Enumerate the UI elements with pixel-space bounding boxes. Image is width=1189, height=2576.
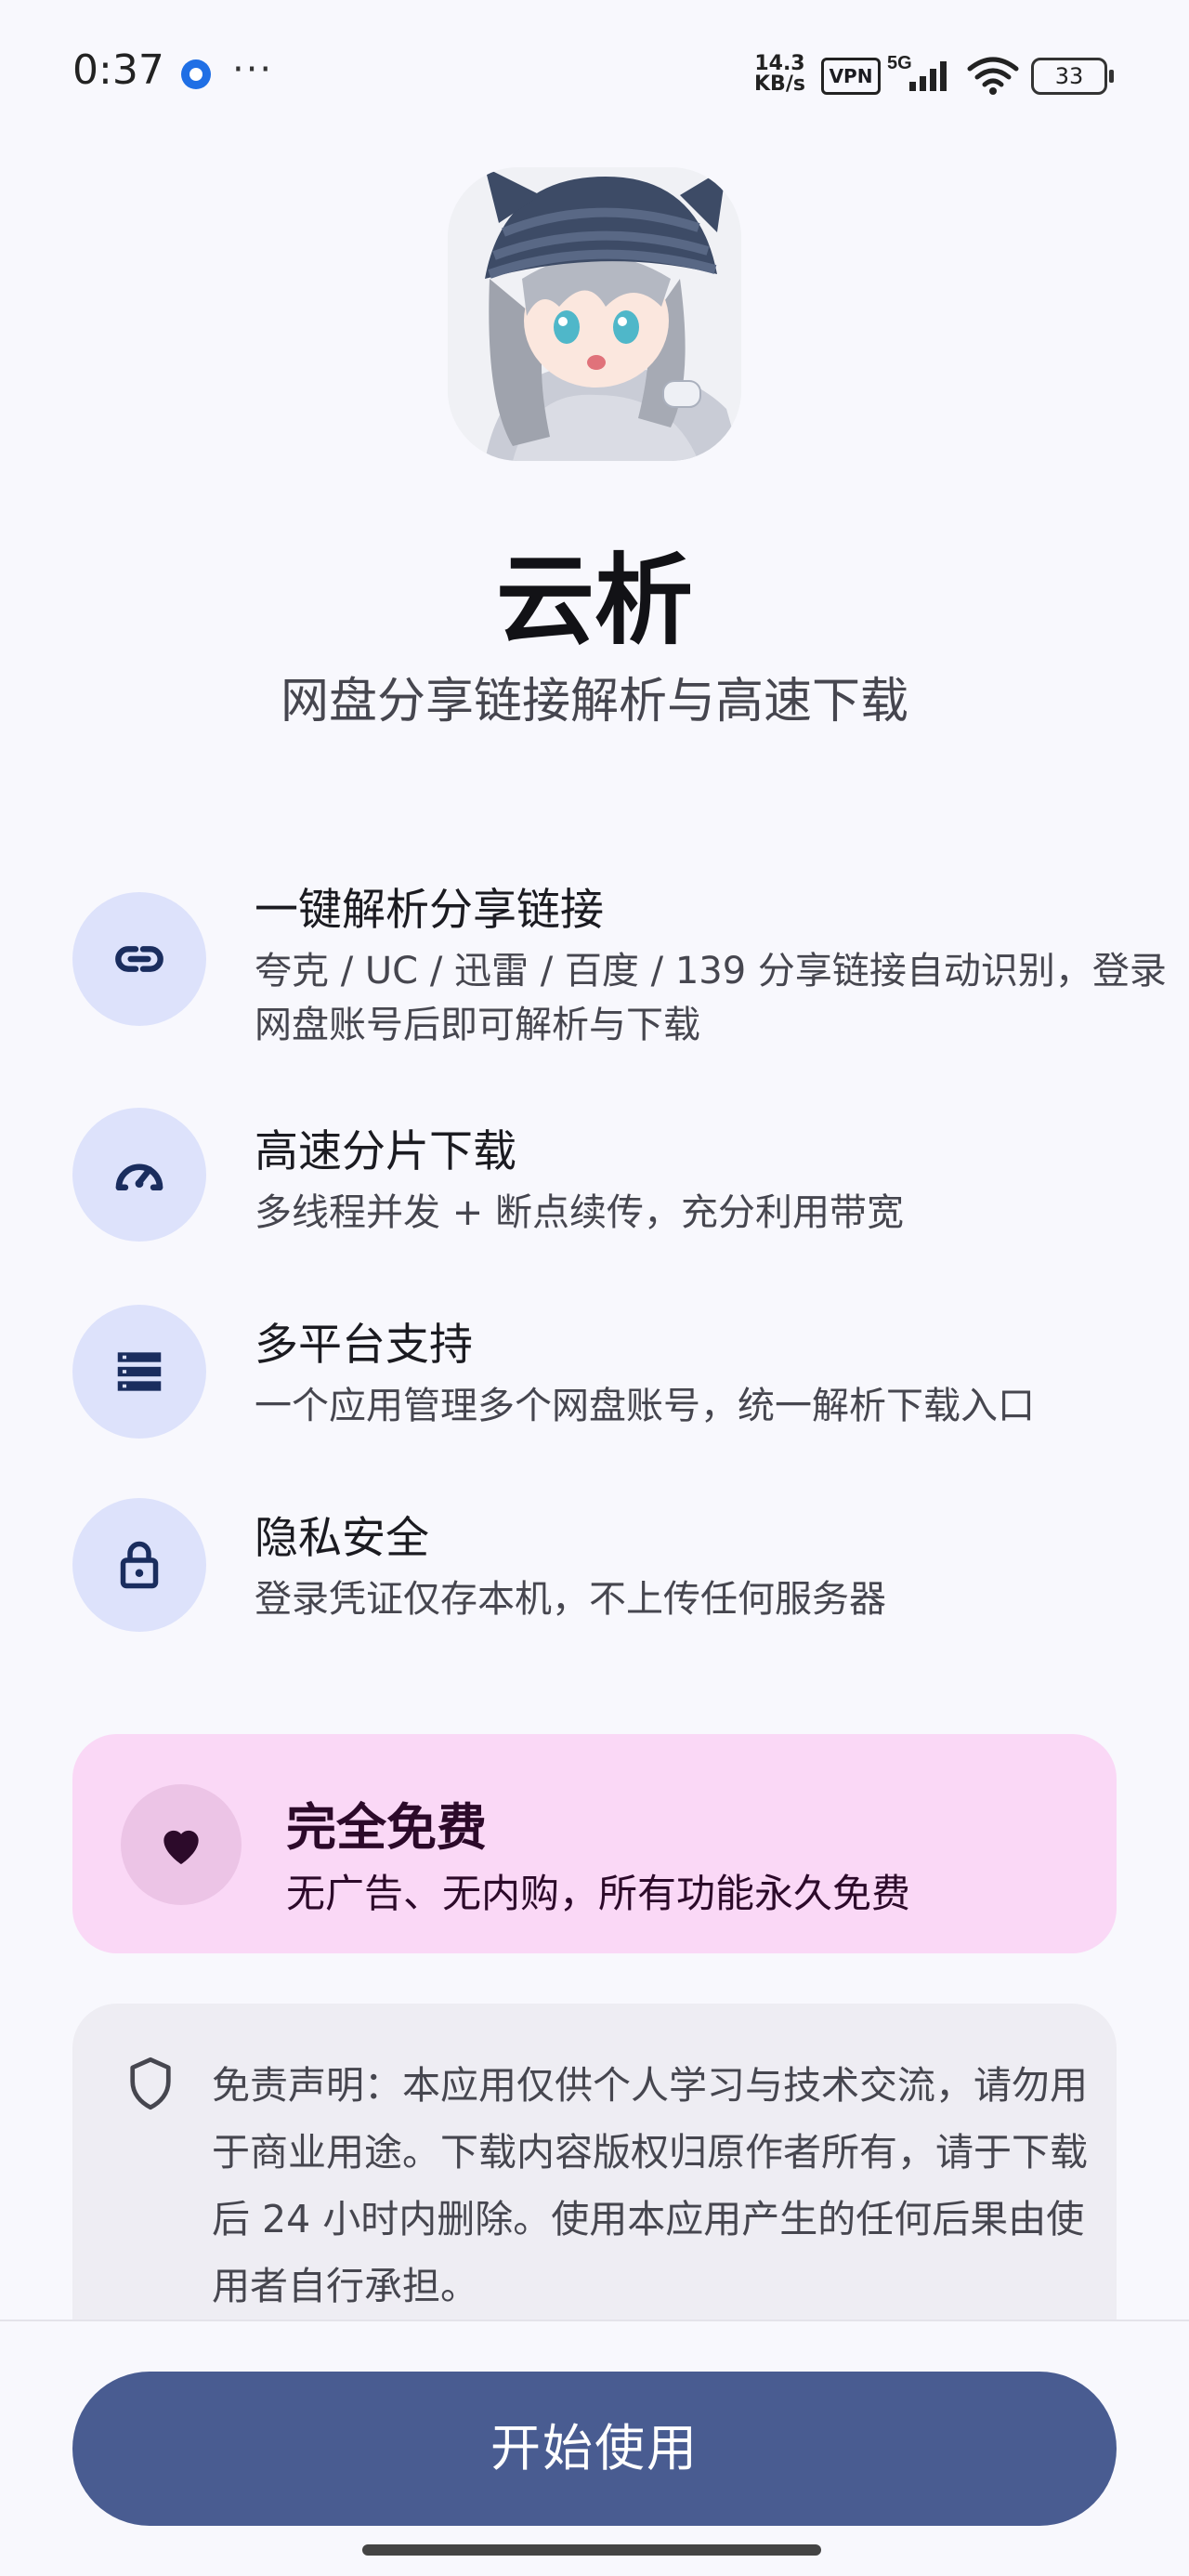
- heart-icon: [121, 1784, 242, 1905]
- feature-description: 夸克 / UC / 迅雷 / 百度 / 139 分享链接自动识别，登录网盘账号后…: [255, 950, 1167, 1046]
- app-title: 云析: [496, 544, 693, 658]
- bottom-divider: [0, 2320, 1189, 2321]
- feature-item-link-parse: 一键解析分享链接 夸克 / UC / 迅雷 / 百度 / 139 分享链接自动识…: [72, 874, 1167, 1059]
- feature-description: 登录凭证仅存本机，不上传任何服务器: [255, 1578, 886, 1621]
- app-tagline: 网盘分享链接解析与高速下载: [280, 674, 908, 729]
- signal-icon: 5G: [887, 53, 947, 91]
- battery-icon: 33: [1031, 58, 1114, 95]
- network-type-label: 5G: [887, 53, 912, 73]
- status-time: 0:37: [72, 46, 164, 94]
- app-logo: [448, 167, 741, 461]
- feature-item-fast-download: 高速分片下载 多线程并发 + 断点续传，充分利用带宽: [72, 1108, 1122, 1255]
- speedometer-icon: [72, 1108, 206, 1242]
- wifi-icon: [967, 57, 1019, 95]
- start-button[interactable]: 开始使用: [72, 2372, 1117, 2526]
- status-bar: 0:37 ··· 14.3 KB/s VPN 5G 33: [0, 0, 1189, 149]
- shield-icon: [130, 2057, 171, 2110]
- anime-girl-illustration: [448, 167, 741, 461]
- feature-description: 一个应用管理多个网盘账号，统一解析下载入口: [255, 1385, 1035, 1427]
- more-notifications-icon: ···: [232, 48, 274, 91]
- lock-icon: [72, 1498, 206, 1632]
- link-icon: [72, 892, 206, 1026]
- feature-title: 高速分片下载: [255, 1126, 516, 1177]
- vpn-badge: VPN: [821, 58, 881, 95]
- home-indicator[interactable]: [362, 2544, 821, 2556]
- free-card-description: 无广告、无内购，所有功能永久免费: [286, 1871, 911, 1916]
- feature-item-privacy: 隐私安全 登录凭证仅存本机，不上传任何服务器: [72, 1498, 1122, 1641]
- notification-dot-icon: [181, 59, 211, 89]
- feature-item-multi-platform: 多平台支持 一个应用管理多个网盘账号，统一解析下载入口: [72, 1305, 1122, 1448]
- disclaimer-text: 免责声明：本应用仅供个人学习与技术交流，请勿用于商业用途。下载内容版权归原作者所…: [212, 2063, 1088, 2308]
- free-card-title: 完全免费: [286, 1798, 487, 1857]
- network-speed: 14.3 KB/s: [754, 54, 805, 95]
- network-speed-unit: KB/s: [754, 72, 805, 96]
- feature-title: 一键解析分享链接: [255, 885, 604, 936]
- feature-title: 多平台支持: [255, 1320, 473, 1371]
- feature-title: 隐私安全: [255, 1513, 429, 1564]
- storage-icon: [72, 1305, 206, 1439]
- network-speed-value: 14.3: [754, 52, 805, 75]
- disclaimer-card: 免责声明：本应用仅供个人学习与技术交流，请勿用于商业用途。下载内容版权归原作者所…: [72, 2004, 1117, 2320]
- feature-description: 多线程并发 + 断点续传，充分利用带宽: [255, 1191, 904, 1234]
- free-card: 完全免费 无广告、无内购，所有功能永久免费: [72, 1734, 1117, 1953]
